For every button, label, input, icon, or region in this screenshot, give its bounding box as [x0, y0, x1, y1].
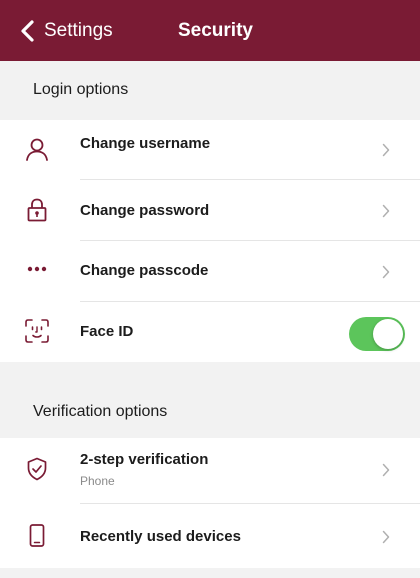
- row-label: Change passcode: [80, 262, 209, 279]
- row-label: 2-step verification: [80, 451, 209, 468]
- lock-icon: [27, 198, 47, 222]
- chevron-right-icon: [382, 265, 390, 279]
- row-recently-used-devices[interactable]: Recently used devices: [0, 504, 420, 568]
- page-title: Security: [178, 20, 253, 41]
- chevron-right-icon: [382, 463, 390, 477]
- back-label: Settings: [44, 20, 113, 41]
- nav-bar: Settings Security: [0, 0, 420, 61]
- row-sublabel: Phone: [80, 474, 115, 488]
- face-id-icon: [25, 319, 49, 343]
- section-header-verification: Verification options: [0, 362, 420, 438]
- phone-device-icon: [29, 524, 45, 547]
- row-change-username[interactable]: Change username: [0, 120, 420, 180]
- back-button[interactable]: Settings: [18, 18, 113, 44]
- row-change-passcode[interactable]: Change passcode: [0, 241, 420, 302]
- row-label: Change username: [80, 135, 211, 152]
- login-options-group: Change username Change password Change p…: [0, 120, 420, 362]
- section-label-login: Login options: [33, 81, 129, 98]
- dots-icon: [27, 266, 47, 272]
- security-screen: Settings Security Login options Change u…: [0, 0, 420, 578]
- chevron-left-icon: [21, 20, 34, 42]
- chevron-right-icon: [382, 530, 390, 544]
- section-header-login: Login options: [0, 61, 420, 120]
- face-id-toggle[interactable]: [349, 317, 405, 351]
- row-2-step-verification[interactable]: 2-step verification Phone: [0, 438, 420, 504]
- row-label: Face ID: [80, 323, 134, 340]
- row-change-password[interactable]: Change password: [0, 180, 420, 241]
- row-label: Change password: [80, 202, 210, 219]
- row-label: Recently used devices: [80, 528, 241, 545]
- section-label-verification: Verification options: [33, 403, 168, 420]
- row-face-id: Face ID: [0, 302, 420, 362]
- shield-check-icon: [27, 457, 47, 481]
- toggle-knob: [373, 319, 403, 349]
- verification-options-group: 2-step verification Phone Recently used …: [0, 438, 420, 568]
- person-icon: [26, 138, 48, 161]
- chevron-right-icon: [382, 204, 390, 218]
- chevron-right-icon: [382, 143, 390, 157]
